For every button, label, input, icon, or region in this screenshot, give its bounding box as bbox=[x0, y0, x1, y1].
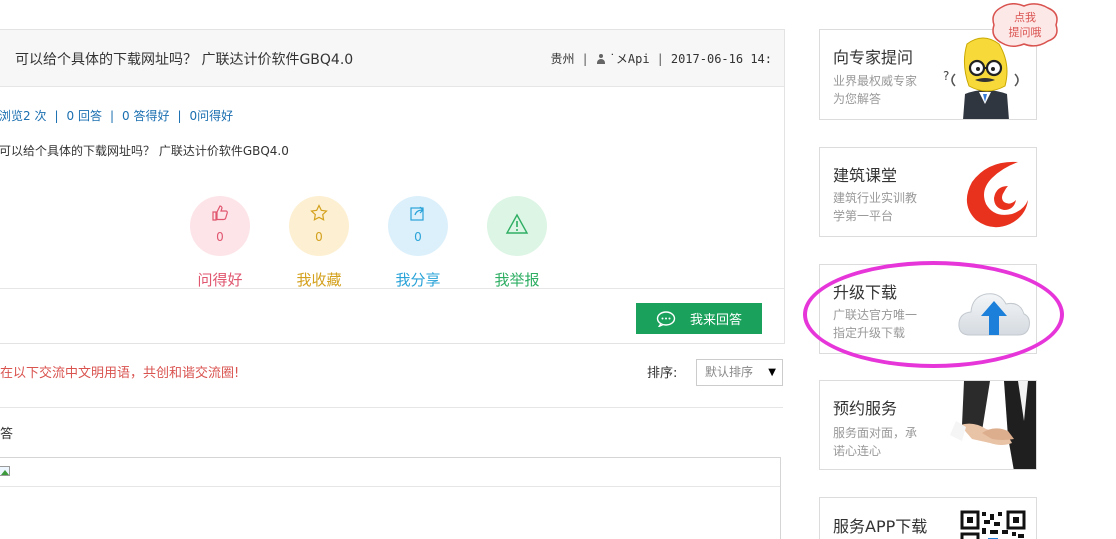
user-icon bbox=[596, 53, 606, 64]
answer-button-label: 我来回答 bbox=[689, 313, 742, 328]
chevron-down-icon: ▼ bbox=[768, 367, 776, 378]
answers-heading: 答 bbox=[0, 427, 14, 442]
question-datetime: 2017-06-16 14: bbox=[670, 51, 772, 66]
thumbs-up-icon bbox=[212, 205, 228, 221]
question-stats: 浏览2 次 | 0 回答 | 0 答得好 | 0问得好 bbox=[0, 107, 233, 124]
warning-icon bbox=[505, 213, 529, 234]
share-icon bbox=[410, 206, 424, 221]
like-question-button[interactable]: 0 问得好 bbox=[189, 196, 251, 290]
answers-count: 0 回答 bbox=[66, 109, 102, 123]
question-meta: 贵州 | ˙メApi | 2017-06-16 14: bbox=[550, 50, 772, 67]
sort-selected-value: 默认排序 bbox=[705, 365, 754, 379]
question-body: 可以给个具体的下载网址吗？ 广联达计价软件GBQ4.0 bbox=[0, 144, 289, 158]
card-subtitle: 业界最权威专家 bbox=[833, 74, 918, 88]
question-header: 可以给个具体的下载网址吗？ 广联达计价软件GBQ4.0 贵州 | ˙メApi |… bbox=[0, 30, 784, 87]
liked-answers-count: 0 答得好 bbox=[122, 109, 170, 123]
service-app-download-card[interactable]: 服务APP下载 bbox=[819, 497, 1037, 539]
card-title: 升级下载 bbox=[833, 283, 898, 302]
card-subtitle: 服务面对面，承 bbox=[833, 426, 918, 440]
stats-separator: | bbox=[109, 109, 114, 123]
glodon-logo-icon bbox=[966, 161, 1028, 228]
card-title: 向专家提问 bbox=[833, 48, 914, 67]
card-title: 服务APP下载 bbox=[833, 517, 928, 536]
like-count: 0 bbox=[216, 230, 224, 244]
sort-label: 排序: bbox=[647, 366, 678, 381]
like-circle[interactable]: 0 bbox=[190, 196, 250, 256]
bubble-text-1: 点我 bbox=[1014, 11, 1036, 24]
card-subtitle: 诺心连心 bbox=[833, 444, 882, 458]
card-subtitle: 广联达官方唯一 bbox=[833, 308, 918, 322]
sort-select[interactable]: 默认排序 ▼ bbox=[696, 359, 783, 386]
card-subtitle: 学第一平台 bbox=[833, 209, 894, 223]
card-subtitle: 指定升级下载 bbox=[833, 326, 906, 340]
favorite-label[interactable]: 我收藏 bbox=[288, 269, 350, 290]
answer-button[interactable]: 我来回答 bbox=[636, 303, 762, 334]
favorite-circle[interactable]: 0 bbox=[289, 196, 349, 256]
views-count: 浏览2 次 bbox=[0, 109, 47, 123]
question-user[interactable]: ˙メApi bbox=[609, 50, 650, 67]
meta-separator: | bbox=[656, 51, 664, 66]
answer-editor[interactable] bbox=[0, 457, 781, 539]
upgrade-download-card[interactable]: 升级下载 广联达官方唯一 指定升级下载 bbox=[819, 264, 1037, 354]
report-button[interactable]: 我举报 bbox=[486, 196, 548, 290]
question-likes-count: 0问得好 bbox=[189, 109, 234, 123]
favorite-count: 0 bbox=[315, 230, 323, 244]
share-circle[interactable]: 0 bbox=[388, 196, 448, 256]
meta-separator: | bbox=[581, 51, 589, 66]
question-location[interactable]: 贵州 bbox=[550, 50, 574, 67]
section-divider bbox=[0, 407, 783, 408]
cloud-upload-icon bbox=[958, 293, 1030, 336]
like-label[interactable]: 问得好 bbox=[189, 269, 251, 290]
question-footer: 我来回答 bbox=[0, 288, 784, 344]
share-count: 0 bbox=[414, 230, 422, 244]
ask-me-bubble-icon[interactable]: 点我 提问哦 bbox=[990, 3, 1060, 49]
share-button[interactable]: 0 我分享 bbox=[387, 196, 449, 290]
stats-separator: | bbox=[177, 109, 182, 123]
card-title: 建筑课堂 bbox=[833, 166, 898, 185]
building-classroom-card[interactable]: 建筑课堂 建筑行业实训教 学第一平台 bbox=[819, 147, 1037, 237]
card-subtitle: 为您解答 bbox=[833, 92, 882, 106]
favorite-button[interactable]: 0 我收藏 bbox=[288, 196, 350, 290]
card-title: 预约服务 bbox=[833, 399, 898, 418]
qr-code-icon bbox=[960, 510, 1026, 539]
insert-image-icon[interactable] bbox=[0, 466, 10, 476]
question-title: 可以给个具体的下载网址吗？ 广联达计价软件GBQ4.0 bbox=[15, 52, 354, 68]
star-icon bbox=[310, 204, 328, 221]
chat-bubble-icon bbox=[656, 310, 676, 327]
stats-separator: | bbox=[54, 109, 59, 123]
civility-notice: 在以下交流中文明用语，共创和谐交流圈! bbox=[0, 366, 240, 381]
card-subtitle: 建筑行业实训教 bbox=[833, 191, 918, 205]
svg-text:?: ? bbox=[943, 69, 949, 83]
handshake-icon bbox=[950, 381, 1036, 469]
appointment-service-card[interactable]: 预约服务 服务面对面，承 诺心连心 bbox=[819, 380, 1037, 470]
bubble-text-2: 提问哦 bbox=[1009, 26, 1042, 39]
share-label[interactable]: 我分享 bbox=[387, 269, 449, 290]
question-panel: 可以给个具体的下载网址吗？ 广联达计价软件GBQ4.0 贵州 | ˙メApi |… bbox=[0, 29, 785, 344]
report-label[interactable]: 我举报 bbox=[486, 269, 548, 290]
report-circle[interactable] bbox=[487, 196, 547, 256]
editor-toolbar bbox=[0, 458, 780, 487]
